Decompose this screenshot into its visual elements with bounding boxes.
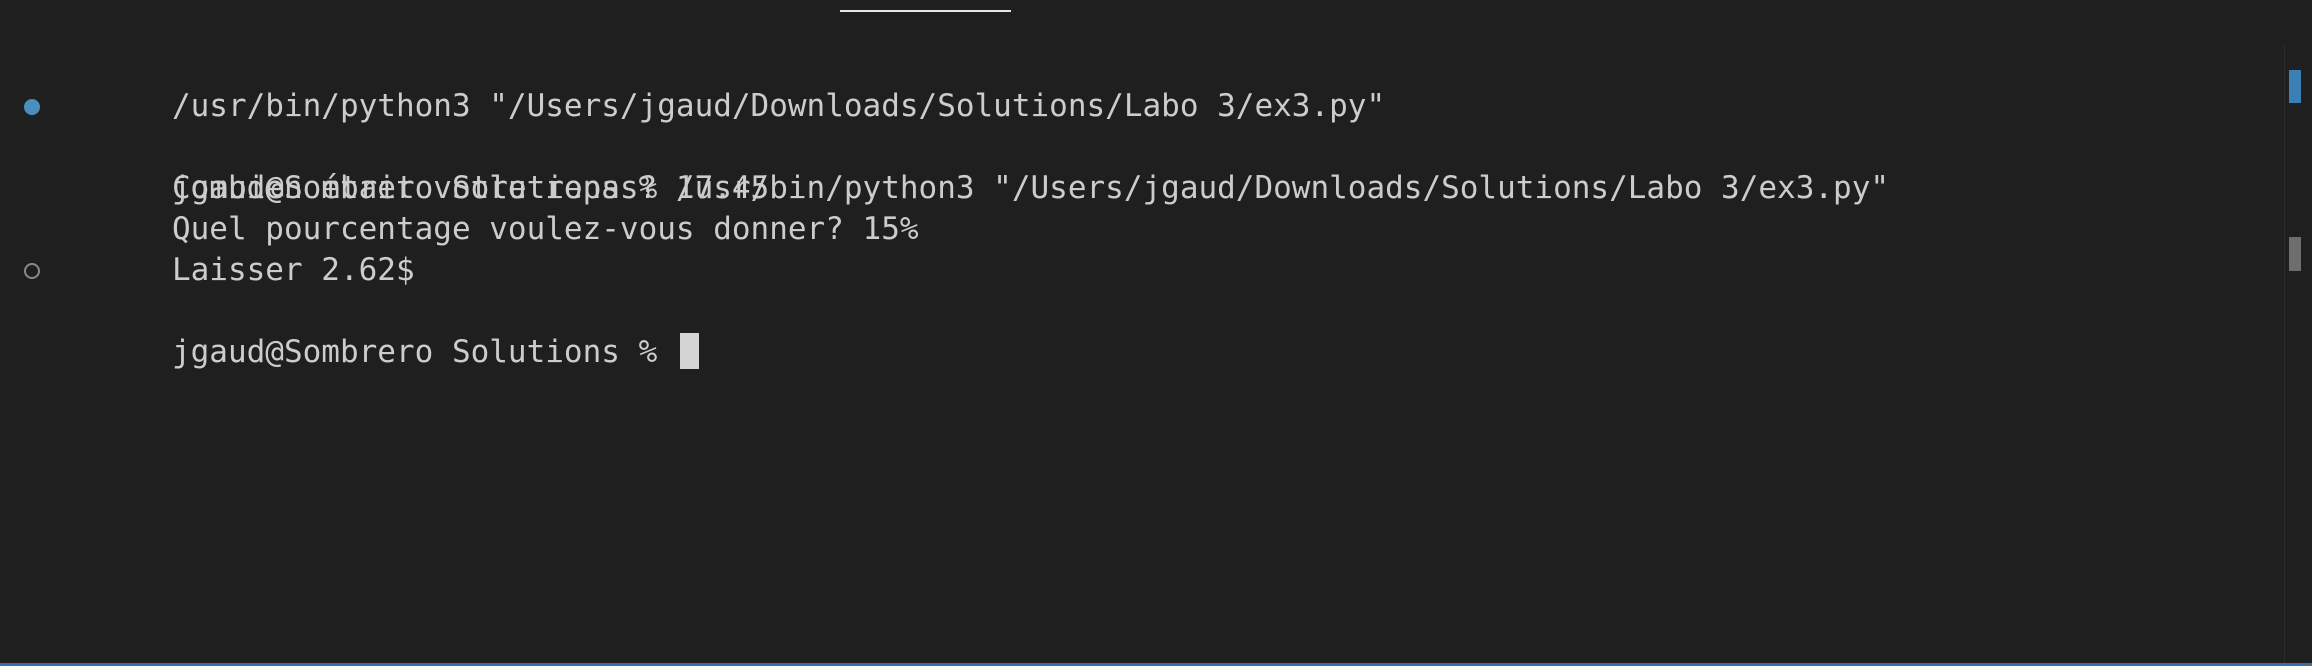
scrollbar-thumb[interactable] [2289,237,2301,271]
terminal-line: jgaud@Sombrero Solutions % /usr/bin/pyth… [24,86,1889,206]
terminal-panel[interactable]: /usr/bin/python3 "/Users/jgaud/Downloads… [0,0,2312,666]
prompt-text: jgaud@Sombrero Solutions % [171,334,676,370]
terminal-prompt-line[interactable]: jgaud@Sombrero Solutions % [24,250,1889,370]
command-pending-circle-icon[interactable] [24,263,40,279]
active-tab-indicator [840,0,1011,12]
terminal-line: Combien était votre repas? 17.45 [60,127,1889,206]
terminal-scrollbar[interactable] [2284,45,2312,666]
terminal-line: /usr/bin/python3 "/Users/jgaud/Downloads… [60,45,1889,124]
scrollbar-decoration-marker [2289,70,2301,103]
command-success-circle-icon[interactable] [24,99,40,115]
terminal-cursor [679,332,699,369]
terminal-line: Laisser 2.62$ [60,209,1889,288]
terminal-output[interactable]: /usr/bin/python3 "/Users/jgaud/Downloads… [24,45,1889,370]
terminal-line: Quel pourcentage voulez-vous donner? 15% [60,168,1889,247]
